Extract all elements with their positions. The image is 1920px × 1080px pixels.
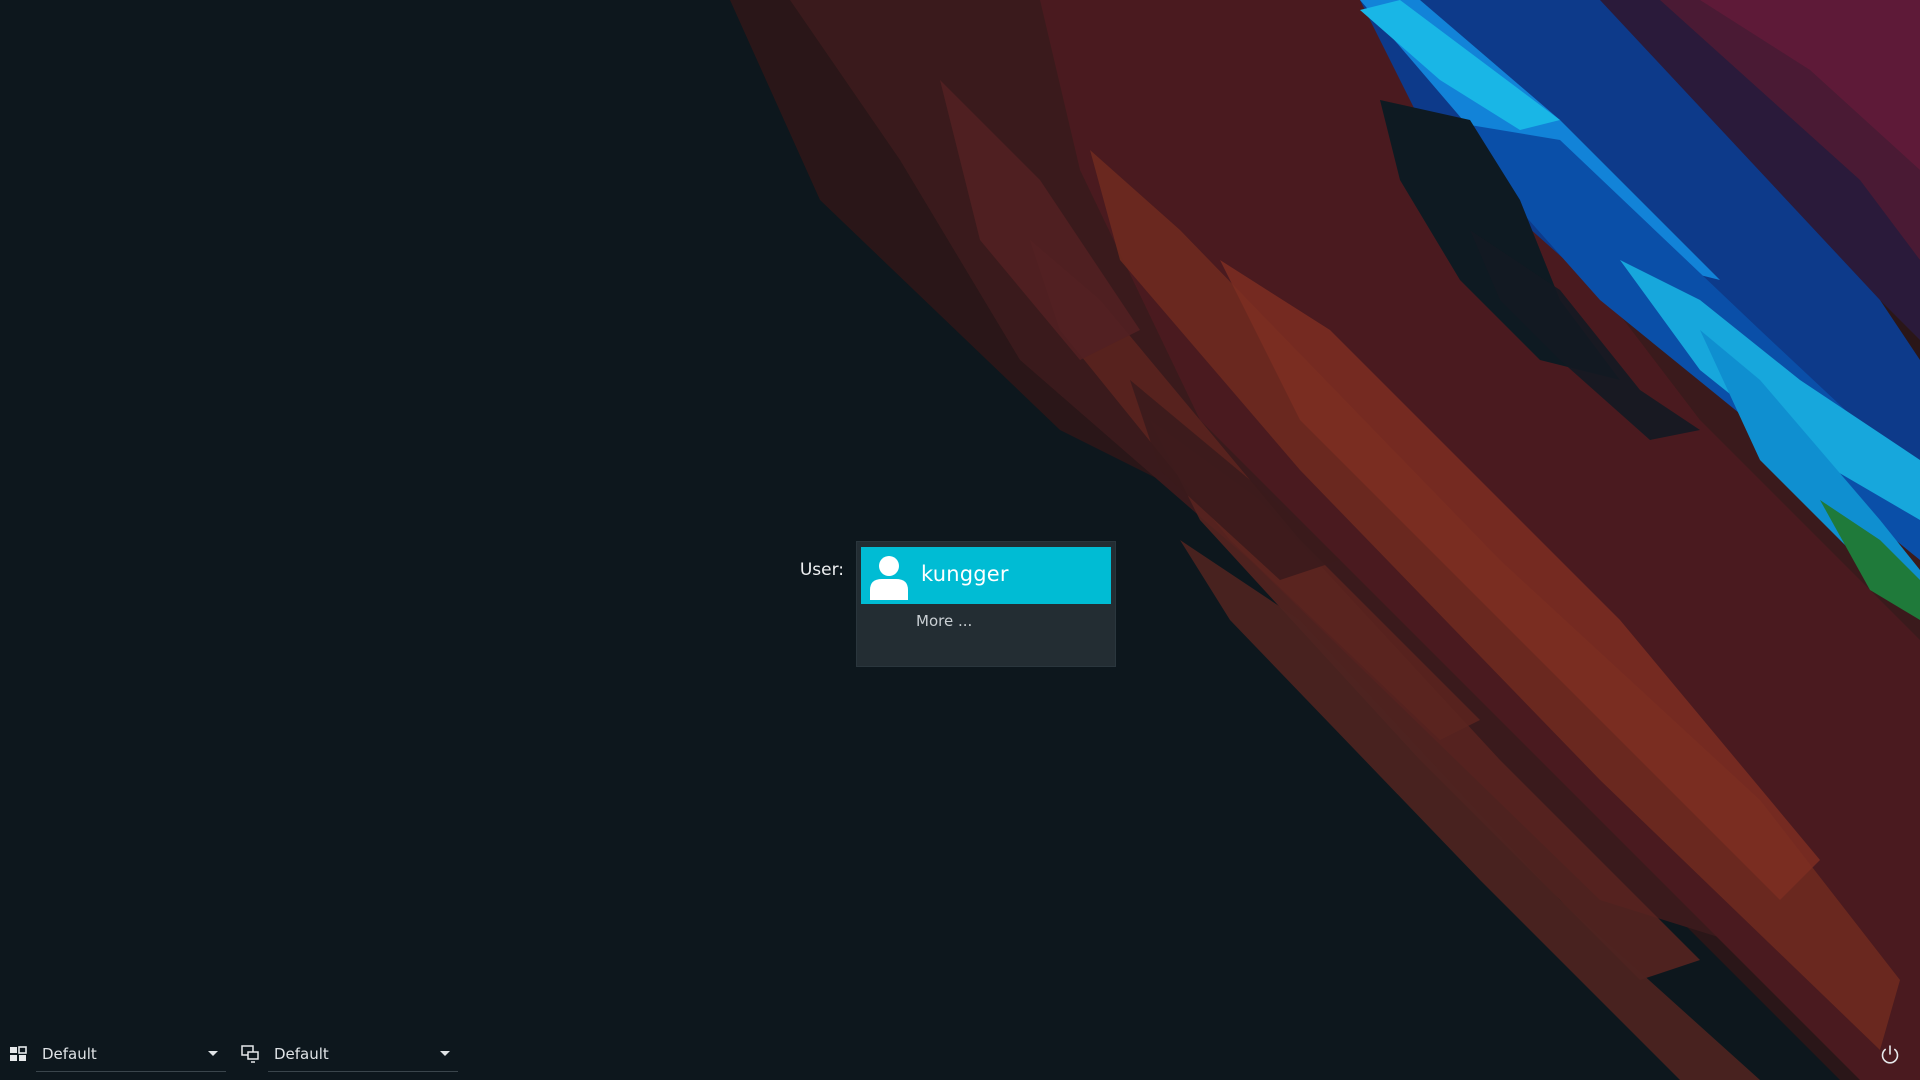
desktop-session-select[interactable]: Default [36,1040,226,1072]
user-label: User: [799,560,844,580]
user-item-kungger[interactable]: kungger [861,547,1111,604]
desktop-session-value: Default [42,1045,97,1063]
more-users-button[interactable]: More ... [916,612,972,630]
keyboard-layout-select[interactable]: Default [268,1040,458,1072]
user-avatar-icon [870,556,908,600]
login-screen: User: kungger More ... Default Default [0,0,1920,1080]
user-name: kungger [921,562,1009,586]
chevron-down-icon [208,1051,218,1056]
keyboard-layout-icon [241,1045,259,1063]
power-icon[interactable] [1878,1043,1902,1067]
wallpaper [730,0,1920,1080]
user-list: kungger More ... [856,541,1116,667]
keyboard-layout-value: Default [274,1045,329,1063]
chevron-down-icon [440,1051,450,1056]
desktop-session-icon [10,1046,27,1061]
